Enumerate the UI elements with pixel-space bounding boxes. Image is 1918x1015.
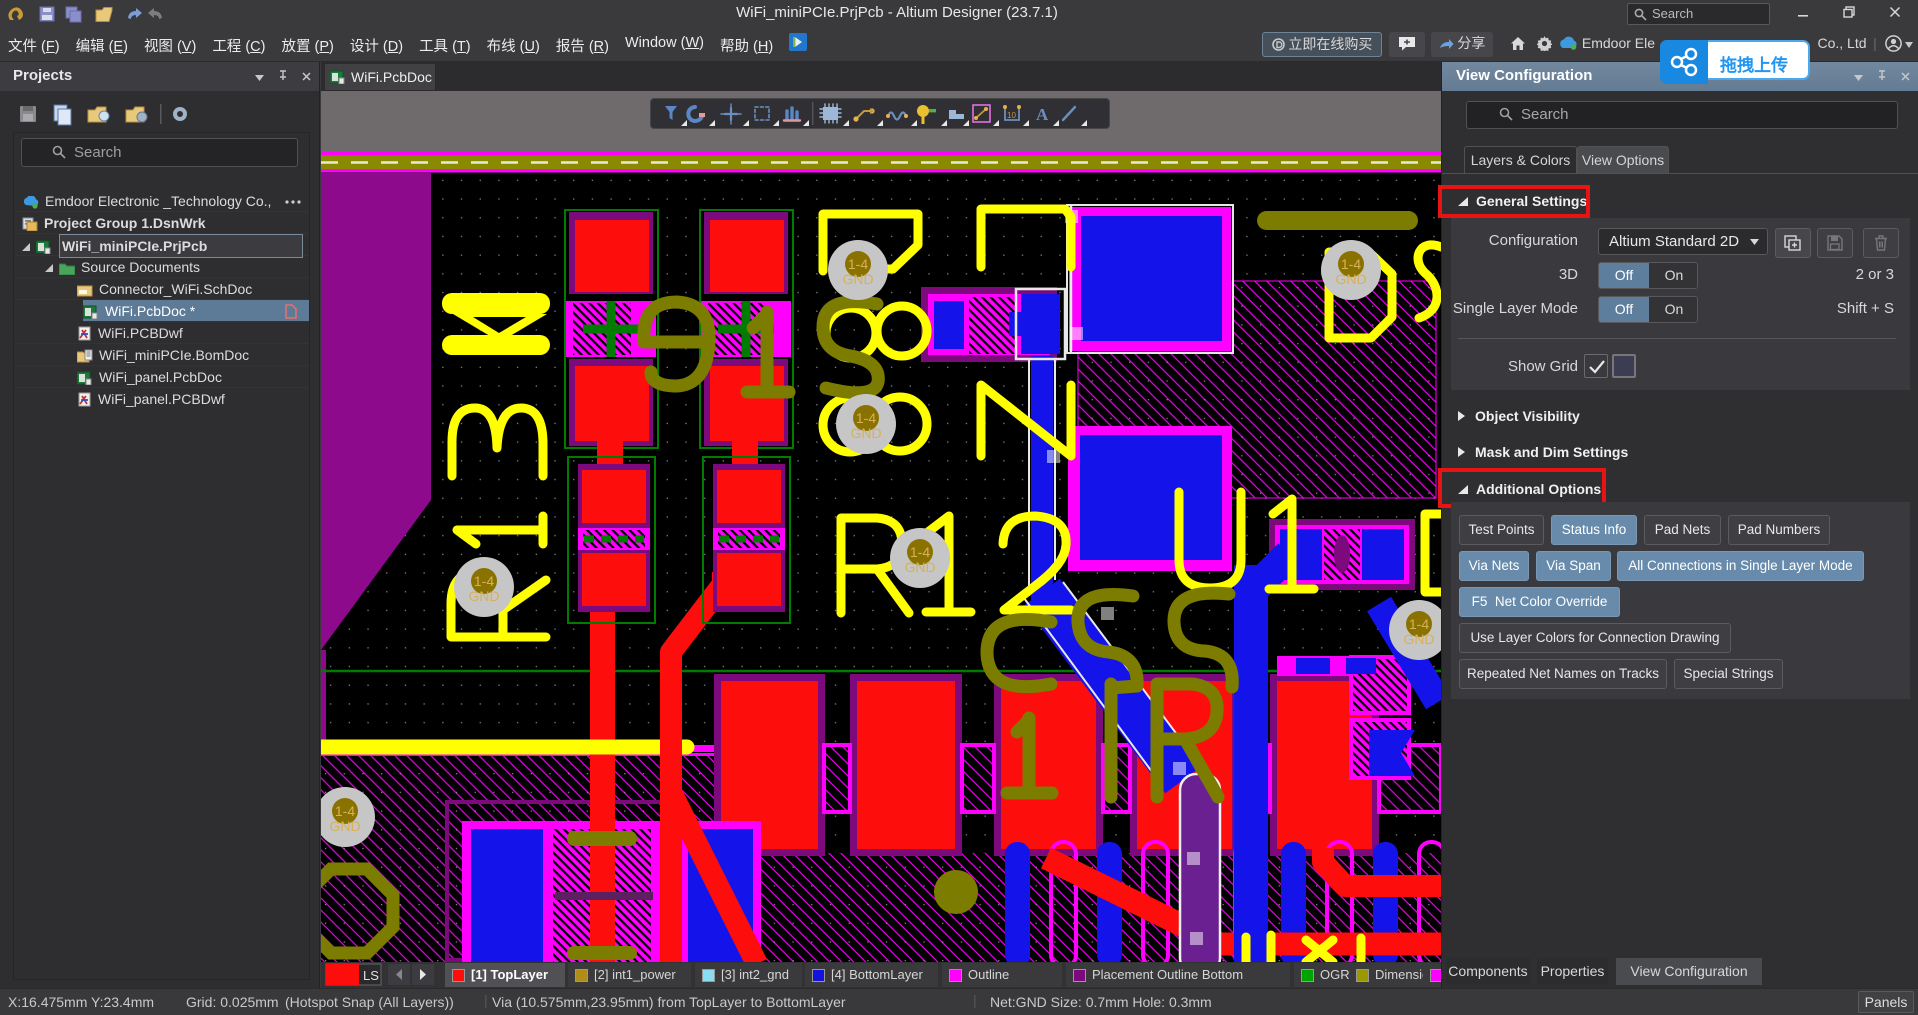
- svg-text:LS: LS: [363, 968, 379, 983]
- svg-text:1-4: 1-4: [474, 573, 494, 589]
- svg-text:GND: GND: [468, 588, 499, 604]
- svg-text:1-4: 1-4: [1409, 616, 1429, 632]
- svg-text:GND: GND: [1335, 271, 1366, 287]
- svg-text:1-4: 1-4: [856, 410, 876, 426]
- svg-text:1-4: 1-4: [910, 544, 930, 560]
- svg-text:GND: GND: [1403, 631, 1434, 647]
- svg-text:A: A: [1036, 105, 1049, 124]
- svg-text:GND: GND: [329, 818, 360, 834]
- svg-text:1-4: 1-4: [335, 803, 355, 819]
- svg-text:1-4: 1-4: [848, 256, 868, 272]
- svg-text:1-4: 1-4: [1341, 256, 1361, 272]
- svg-text:GND: GND: [904, 559, 935, 575]
- svg-text:10: 10: [1007, 111, 1016, 120]
- svg-text:GND: GND: [842, 271, 873, 287]
- svg-text:GND: GND: [850, 425, 881, 441]
